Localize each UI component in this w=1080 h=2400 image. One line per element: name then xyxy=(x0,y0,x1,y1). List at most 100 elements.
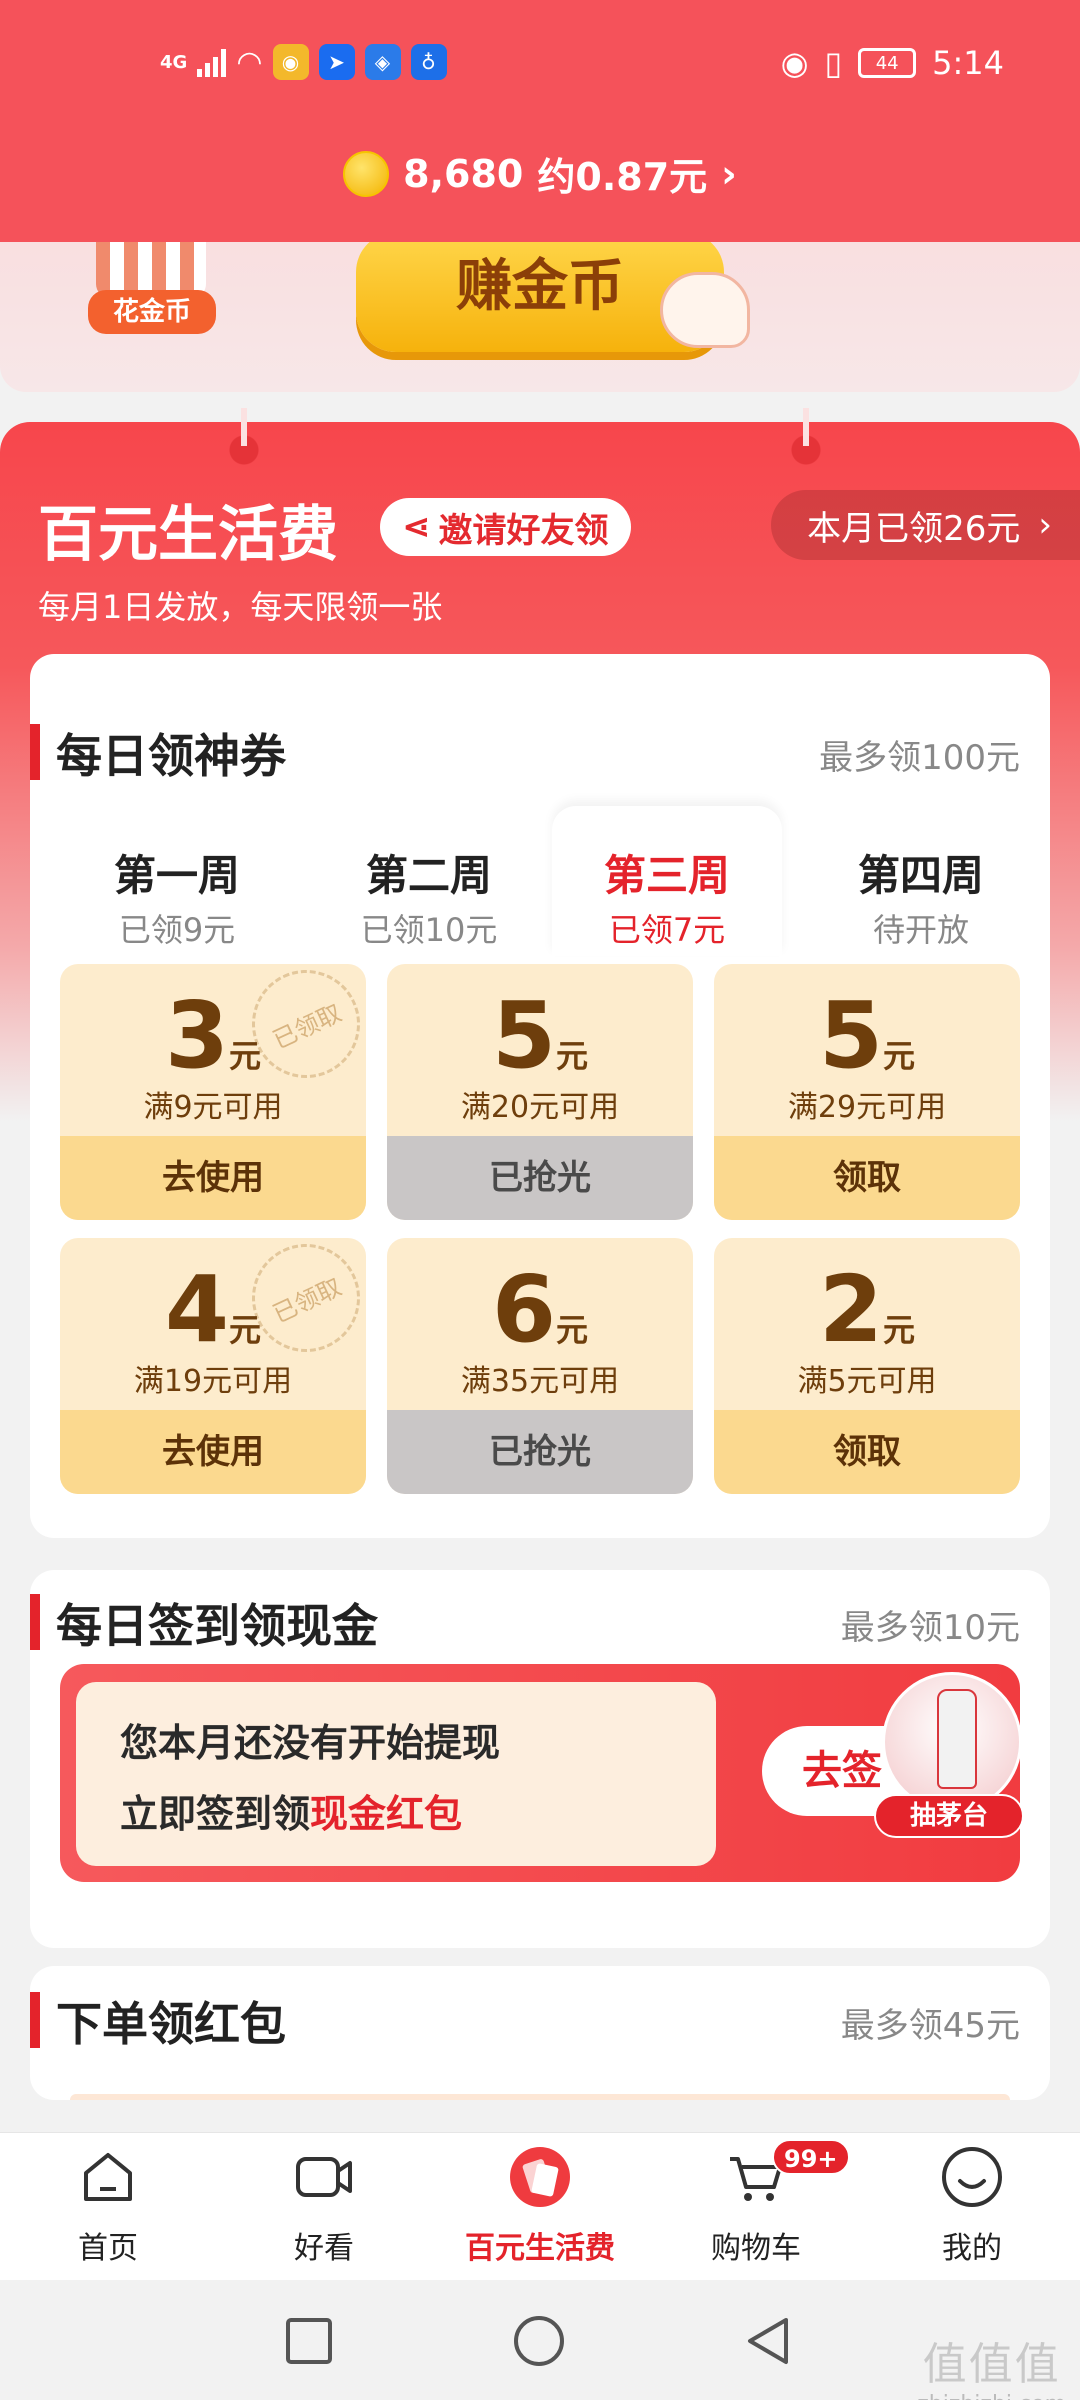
coin-balance[interactable]: 8,680 约0.87元 › xyxy=(0,146,1080,201)
header: 4G ◠ ◉ ➤ ◈ ♁ ◉ ▯ 44 5:14 8,680 约0.87元 › xyxy=(0,0,1080,242)
nav-cart[interactable]: 99+ 购物车 xyxy=(648,2139,864,2275)
coupon-unit: 元 xyxy=(229,1037,262,1075)
bottom-nav: 首页 好看 百元生活费 99+ 购物车 我的 xyxy=(0,2132,1080,2280)
coupon-unit: 元 xyxy=(229,1311,262,1349)
home-icon xyxy=(84,2153,132,2201)
recent-apps-icon[interactable] xyxy=(284,2316,334,2366)
home-circle-icon[interactable] xyxy=(512,2314,566,2368)
nav-label: 购物车 xyxy=(711,2231,801,2266)
network-type: 4G xyxy=(160,51,188,73)
coupon-amount: 4 xyxy=(164,1256,229,1363)
nav-video[interactable]: 好看 xyxy=(216,2145,432,2275)
week-status: 已领10元 xyxy=(360,911,498,949)
coin-icon xyxy=(343,150,390,197)
coupon-condition: 满29元可用 xyxy=(787,1090,947,1125)
tab-week-4[interactable]: 第四周 待开放 xyxy=(806,806,1036,956)
order-redpacket-card: 下单领红包 最多领45元 xyxy=(30,1966,1050,2100)
order-content-edge xyxy=(70,2094,1010,2100)
coupon-condition: 满19元可用 xyxy=(133,1364,293,1399)
month-received-label: 本月已领26元 xyxy=(807,508,1021,549)
smiley-icon xyxy=(942,2147,1002,2207)
coupon-amount: 2 xyxy=(818,1256,883,1363)
site-watermark: 值值值 zhizhizhi.com xyxy=(917,2328,1066,2400)
coupon-amount: 6 xyxy=(491,1256,556,1363)
nav-label: 百元生活费 xyxy=(465,2231,615,2266)
invite-friends-button[interactable]: ⋖ 邀请好友领 xyxy=(380,498,631,556)
coupon-condition: 满9元可用 xyxy=(143,1090,283,1125)
card-max-amount: 最多领10元 xyxy=(840,1608,1020,1648)
signin-line-1: 您本月还没有开始提现 xyxy=(120,1721,501,1765)
panel-subtitle: 每月1日发放，每天限领一张 xyxy=(38,588,443,626)
use-coupon-button[interactable]: 去使用 xyxy=(60,1410,366,1494)
claim-coupon-button[interactable]: 领取 xyxy=(714,1136,1020,1220)
coupon-condition: 满20元可用 xyxy=(460,1090,620,1125)
week-status: 已领9元 xyxy=(118,911,236,949)
week-label: 第三周 xyxy=(603,851,730,900)
signin-line-2: 立即签到领 xyxy=(120,1792,311,1836)
moutai-bottle-icon[interactable] xyxy=(882,1672,1022,1812)
card-max-amount: 最多领45元 xyxy=(840,2006,1020,2046)
sold-out-button: 已抢光 xyxy=(387,1410,693,1494)
nav-profile[interactable]: 我的 xyxy=(864,2145,1080,2275)
nav-label: 我的 xyxy=(942,2231,1002,2266)
tab-week-1[interactable]: 第一周 已领9元 xyxy=(62,806,292,956)
red-envelope-icon xyxy=(510,2147,570,2207)
nav-home[interactable]: 首页 xyxy=(0,2145,216,2275)
browser-icon: ◈ xyxy=(364,44,401,80)
signin-message: 您本月还没有开始提现 立即签到领现金红包 xyxy=(76,1682,716,1866)
weibo-icon: ◉ xyxy=(272,44,309,80)
pin-icon xyxy=(790,408,822,468)
week-label: 第二周 xyxy=(365,851,492,900)
back-icon[interactable] xyxy=(742,2314,796,2368)
coin-value: 约0.87元 xyxy=(537,155,708,199)
lottery-tag[interactable]: 抽茅台 xyxy=(874,1794,1024,1838)
month-received-button[interactable]: 本月已领26元 › xyxy=(771,490,1080,560)
pointing-hand-icon xyxy=(660,272,750,348)
bulb-icon: ♁ xyxy=(410,44,447,80)
coupon-card: 5元 满29元可用 领取 xyxy=(714,964,1020,1220)
coupon-card: 已领取 3元 满9元可用 去使用 xyxy=(60,964,366,1220)
card-header: 每日签到领现金 最多领10元 xyxy=(30,1584,1050,1653)
coupon-unit: 元 xyxy=(556,1311,589,1349)
week-status: 待开放 xyxy=(872,911,969,949)
earn-coins-banner: 花金币 赚金币 xyxy=(0,242,1080,392)
card-header: 下单领红包 最多领45元 xyxy=(30,1982,1050,2051)
vibrate-icon: ▯ xyxy=(824,44,843,82)
battery-icon: 44 xyxy=(858,48,917,78)
week-label: 第四周 xyxy=(857,851,984,900)
eye-icon: ◉ xyxy=(780,44,809,82)
coupon-card: 已领取 4元 满19元可用 去使用 xyxy=(60,1238,366,1494)
use-coupon-button[interactable]: 去使用 xyxy=(60,1136,366,1220)
signin-banner[interactable]: 您本月还没有开始提现 立即签到领现金红包 去签 抽茅台 xyxy=(60,1664,1024,1882)
card-title: 下单领红包 xyxy=(56,1997,286,2051)
nav-label: 好看 xyxy=(294,2231,354,2266)
chevron-right-icon: › xyxy=(1038,505,1052,545)
coin-count: 8,680 xyxy=(403,151,524,196)
watermark-domain: zhizhizhi.com xyxy=(917,2392,1066,2400)
coupon-card: 2元 满5元可用 领取 xyxy=(714,1238,1020,1494)
daily-coupon-card: 每日领神券 最多领100元 第一周 已领9元 第二周 已领10元 第三周 已领7… xyxy=(30,654,1050,1538)
nav-label: 首页 xyxy=(78,2231,138,2266)
video-icon xyxy=(296,2157,352,2197)
claim-coupon-button[interactable]: 领取 xyxy=(714,1410,1020,1494)
chevron-right-icon: › xyxy=(721,151,737,196)
coupon-condition: 满5元可用 xyxy=(797,1364,937,1399)
battery-level: 44 xyxy=(875,52,899,74)
tab-week-3[interactable]: 第三周 已领7元 xyxy=(552,806,782,956)
spend-coins-tag[interactable]: 花金币 xyxy=(88,290,216,334)
clock: 5:14 xyxy=(932,44,1004,82)
coupon-amount: 5 xyxy=(818,982,883,1089)
status-bar: 4G ◠ ◉ ➤ ◈ ♁ ◉ ▯ 44 5:14 xyxy=(0,44,1080,94)
signal-icon xyxy=(197,47,227,77)
nav-living-allowance[interactable]: 百元生活费 xyxy=(432,2145,648,2275)
coupon-unit: 元 xyxy=(883,1037,916,1075)
coupon-card: 5元 满20元可用 已抢光 xyxy=(387,964,693,1220)
wifi-icon: ◠ xyxy=(236,44,263,80)
coupon-unit: 元 xyxy=(883,1311,916,1349)
page-title: 百元生活费 xyxy=(38,500,338,570)
coupon-amount: 5 xyxy=(491,982,556,1089)
sold-out-button: 已抢光 xyxy=(387,1136,693,1220)
tab-week-2[interactable]: 第二周 已领10元 xyxy=(314,806,544,956)
pin-icon xyxy=(228,408,260,468)
daily-signin-card: 每日签到领现金 最多领10元 您本月还没有开始提现 立即签到领现金红包 去签 抽… xyxy=(30,1570,1050,1948)
